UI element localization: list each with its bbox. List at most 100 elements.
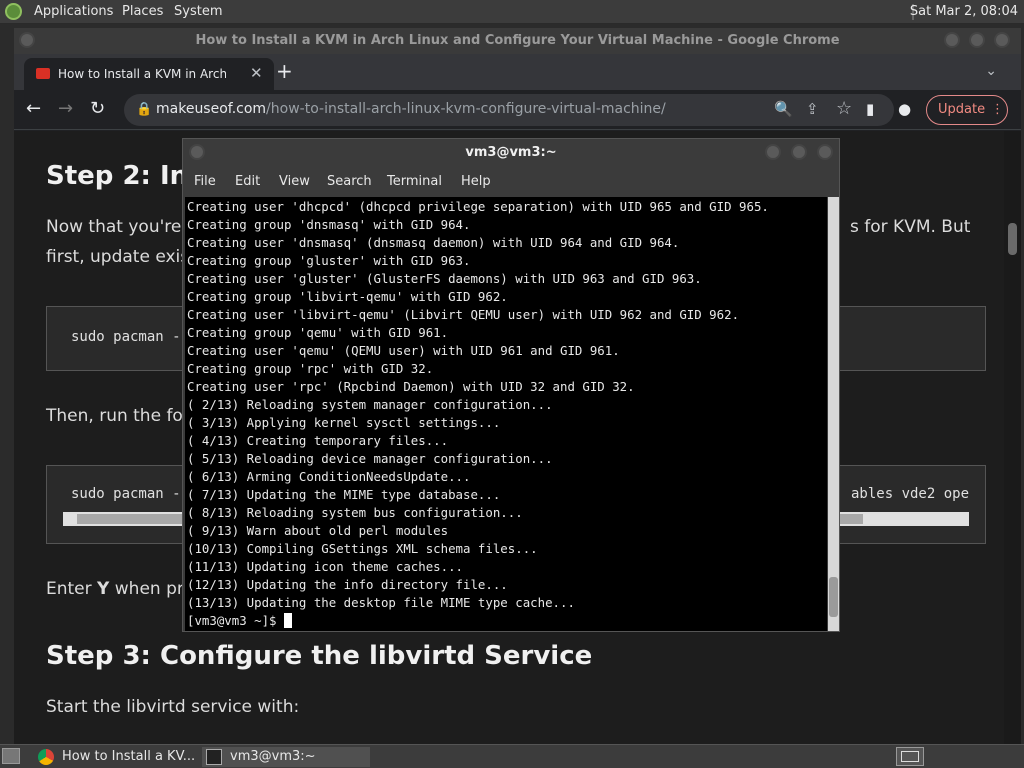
menu-system[interactable]: System: [174, 4, 222, 19]
terminal-line: Creating user 'dnsmasq' (dnsmasq daemon)…: [187, 235, 680, 250]
terminal-line: Creating user 'libvirt-qemu' (Libvirt QE…: [187, 307, 740, 322]
profile-icon[interactable]: ●: [898, 100, 911, 118]
mate-logo-icon[interactable]: [5, 3, 22, 20]
paragraph-intro-line1: Now that you're: [46, 217, 182, 237]
side-panel-icon[interactable]: ▮: [866, 100, 874, 118]
new-tab-button[interactable]: +: [276, 59, 293, 83]
terminal-prompt: [vm3@vm3 ~]$: [187, 613, 284, 628]
terminal-output[interactable]: Creating user 'dhcpcd' (dhcpcd privilege…: [185, 197, 827, 631]
clock[interactable]: Sat Mar 2, 08:04: [910, 4, 1018, 19]
page-scrollbar-thumb[interactable]: [1008, 223, 1017, 255]
page-vertical-scrollbar[interactable]: [1004, 131, 1021, 744]
terminal-line: Creating user 'qemu' (QEMU user) with UI…: [187, 343, 620, 358]
terminal-line: ( 5/13) Reloading device manager configu…: [187, 451, 553, 466]
terminal-line: ( 8/13) Reloading system bus configurati…: [187, 505, 523, 520]
terminal-line: ( 4/13) Creating temporary files...: [187, 433, 449, 448]
window-title: How to Install a KVM in Arch Linux and C…: [195, 33, 840, 48]
url-text[interactable]: makeuseof.com/how-to-install-arch-linux-…: [156, 101, 666, 117]
menu-places[interactable]: Places: [122, 4, 163, 19]
terminal-line: (12/13) Updating the info directory file…: [187, 577, 508, 592]
taskbar-item-chrome[interactable]: How to Install a KV...: [34, 747, 194, 767]
terminal-close-icon[interactable]: [817, 144, 833, 160]
chrome-icon: [38, 749, 54, 765]
taskbar-item-terminal[interactable]: vm3@vm3:~: [202, 747, 370, 767]
terminal-line: Creating group 'qemu' with GID 961.: [187, 325, 449, 340]
window-menu-icon[interactable]: [19, 32, 35, 48]
paragraph-then-run: Then, run the fol: [46, 406, 188, 426]
top-panel: Applications Places System Sat Mar 2, 08…: [0, 0, 1024, 24]
favicon-icon: [36, 68, 50, 79]
terminal-menu-search[interactable]: Search: [327, 174, 372, 189]
forward-icon[interactable]: →: [58, 98, 73, 119]
terminal-line: ( 6/13) Arming ConditionNeedsUpdate...: [187, 469, 471, 484]
enter-text: Enter: [46, 579, 98, 599]
reload-icon[interactable]: ↻: [90, 98, 105, 119]
terminal-line: ( 2/13) Reloading system manager configu…: [187, 397, 553, 412]
terminal-menu-file[interactable]: File: [194, 174, 216, 189]
terminal-line: Creating group 'dnsmasq' with GID 964.: [187, 217, 471, 232]
tab-search-icon[interactable]: ⌄: [985, 63, 997, 79]
terminal-minimize-icon[interactable]: [765, 144, 781, 160]
terminal-line: Creating group 'libvirt-qemu' with GID 9…: [187, 289, 508, 304]
terminal-menu-terminal[interactable]: Terminal: [387, 174, 442, 189]
update-button[interactable]: Update ⋮: [926, 95, 1008, 125]
paragraph-intro-line2: first, update exis: [46, 247, 190, 267]
show-desktop-icon[interactable]: [2, 748, 20, 764]
code-install-text: sudo pacman -: [71, 486, 181, 502]
terminal-prompt-line[interactable]: [vm3@vm3 ~]$: [187, 612, 827, 630]
menu-applications[interactable]: Applications: [34, 4, 113, 19]
terminal-menu-edit[interactable]: Edit: [235, 174, 260, 189]
terminal-titlebar[interactable]: vm3@vm3:~: [183, 139, 839, 167]
step3-heading: Step 3: Configure the libvirtd Service: [46, 641, 593, 671]
taskbar-item-terminal-label: vm3@vm3:~: [230, 749, 316, 764]
terminal-line: ( 3/13) Applying kernel sysctl settings.…: [187, 415, 501, 430]
window-titlebar[interactable]: How to Install a KVM in Arch Linux and C…: [14, 28, 1021, 54]
back-icon[interactable]: ←: [26, 98, 41, 119]
url-domain: makeuseof.com: [156, 101, 267, 117]
url-path: /how-to-install-arch-linux-kvm-configure…: [266, 101, 666, 117]
terminal-line: Creating group 'gluster' with GID 963.: [187, 253, 471, 268]
close-icon[interactable]: [994, 32, 1010, 48]
terminal-line: Creating group 'rpc' with GID 32.: [187, 361, 434, 376]
y-bold: Y: [97, 579, 110, 599]
share-icon[interactable]: ⇪: [806, 100, 819, 118]
terminal-menu-view[interactable]: View: [279, 174, 310, 189]
address-bar[interactable]: 🔒 makeuseof.com/how-to-install-arch-linu…: [124, 94, 894, 126]
terminal-line: ( 9/13) Warn about old perl modules: [187, 523, 449, 538]
tab-bar: How to Install a KVM in Arch L ✕: [14, 54, 1021, 90]
code-install-text-right: ables vde2 ope: [851, 486, 970, 502]
tab-close-icon[interactable]: ✕: [250, 64, 263, 82]
toolbar: ← → ↻ 🔒 makeuseof.com/how-to-install-arc…: [14, 90, 1021, 130]
terminal-window: vm3@vm3:~ File Edit View Search Terminal…: [182, 138, 840, 632]
lock-icon[interactable]: 🔒: [136, 102, 152, 117]
terminal-line: Creating user 'gluster' (GlusterFS daemo…: [187, 271, 702, 286]
paragraph-intro-line1-right: s for KVM. But: [850, 217, 971, 237]
terminal-scrollbar[interactable]: [828, 197, 839, 631]
terminal-line: (11/13) Updating icon theme caches...: [187, 559, 464, 574]
terminal-line: Creating user 'dhcpcd' (dhcpcd privilege…: [187, 199, 769, 214]
maximize-icon[interactable]: [969, 32, 985, 48]
workspace-switcher[interactable]: [896, 747, 924, 766]
terminal-scrollbar-thumb[interactable]: [829, 577, 838, 617]
bottom-taskbar: How to Install a KV... vm3@vm3:~: [0, 744, 1024, 768]
terminal-menu-help[interactable]: Help: [461, 174, 491, 189]
chrome-menu-icon[interactable]: ⋮: [991, 96, 1004, 124]
terminal-cursor: [283, 613, 292, 628]
terminal-menubar: File Edit View Search Terminal Help: [183, 169, 839, 195]
terminal-window-menu-icon[interactable]: [189, 144, 205, 160]
bookmark-star-icon[interactable]: ☆: [836, 98, 852, 119]
minimize-icon[interactable]: [944, 32, 960, 48]
update-label: Update: [938, 102, 986, 117]
terminal-maximize-icon[interactable]: [791, 144, 807, 160]
terminal-line: (13/13) Updating the desktop file MIME t…: [187, 595, 575, 610]
paragraph-enter-y: Enter Y when pro: [46, 579, 194, 599]
terminal-line: (10/13) Compiling GSettings XML schema f…: [187, 541, 538, 556]
workspace-icon: [901, 751, 919, 762]
tab-title: How to Install a KVM in Arch L: [58, 67, 226, 81]
code-update-text: sudo pacman -: [71, 329, 181, 345]
tab-active[interactable]: How to Install a KVM in Arch L ✕: [24, 58, 274, 90]
terminal-title: vm3@vm3:~: [465, 145, 557, 160]
search-icon[interactable]: 🔍: [774, 100, 793, 118]
paragraph-start-libvirtd: Start the libvirtd service with:: [46, 697, 300, 717]
terminal-line: Creating user 'rpc' (Rpcbind Daemon) wit…: [187, 379, 635, 394]
